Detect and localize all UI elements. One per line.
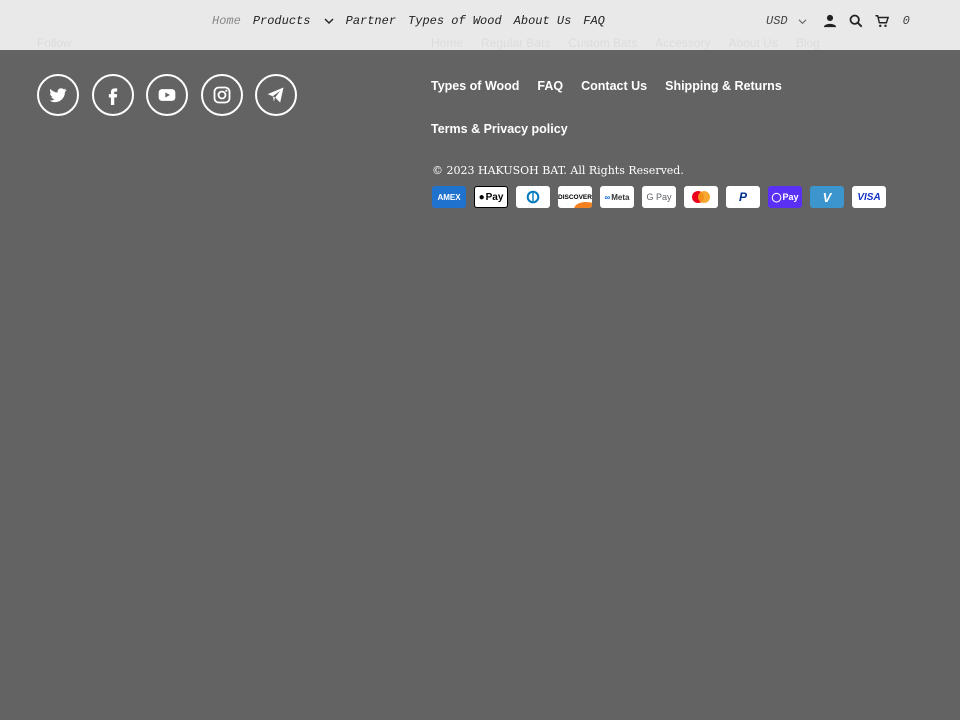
copyright-text: © 2023 HAKUSOH BAT. All Rights Reserved. <box>432 164 684 177</box>
footer-link-about-us[interactable]: About Us <box>728 36 777 50</box>
payment-methods: AMEX ● Pay DISCOVER ∞ Meta G Pay P ◯ Pay… <box>432 186 894 208</box>
meta-symbol: ∞ <box>604 192 611 202</box>
apple-pay-label: Pay <box>485 191 504 203</box>
nav-item-home[interactable]: Home <box>212 14 241 28</box>
shop-pay-label: Pay <box>782 192 799 202</box>
footer-link-regular-bats[interactable]: Regular Bats <box>481 36 550 50</box>
footer-link-faq[interactable]: FAQ <box>537 79 563 93</box>
footer-link-blog[interactable]: Blog <box>796 36 820 50</box>
footer-links: Types of Wood FAQ Contact Us Shipping & … <box>431 79 800 93</box>
footer-link-accessory[interactable]: Accessory <box>655 36 710 50</box>
google-pay-icon: G Pay <box>642 186 676 208</box>
google-pay-label: G Pay <box>646 192 672 202</box>
currency-value: USD <box>766 14 788 28</box>
cart-icon[interactable] <box>873 12 891 30</box>
venmo-icon: V <box>810 186 844 208</box>
telegram-icon[interactable] <box>255 74 297 116</box>
twitter-icon[interactable] <box>37 74 79 116</box>
apple-pay-logo: ● <box>478 191 485 203</box>
footer-link-contact-us[interactable]: Contact Us <box>581 79 647 93</box>
footer-top-links: Home Regular Bats Custom Bats Accessory … <box>431 36 838 50</box>
follow-heading: Follow <box>37 36 72 50</box>
nav-item-products-label: Products <box>252 14 311 28</box>
shop-pay-symbol: ◯ <box>771 191 782 202</box>
youtube-icon[interactable] <box>146 74 188 116</box>
header-tools: USD 0 <box>766 12 910 30</box>
main-nav: Home Products Partner Types of Wood Abou… <box>212 14 617 28</box>
nav-item-types-of-wood[interactable]: Types of Wood <box>408 14 502 28</box>
search-icon[interactable] <box>847 12 865 30</box>
chevron-down-icon <box>324 18 334 24</box>
amex-label: AMEX <box>437 192 461 202</box>
apple-pay-icon: ● Pay <box>474 186 508 208</box>
footer-link-types-of-wood[interactable]: Types of Wood <box>431 79 519 93</box>
chevron-down-icon <box>798 18 807 24</box>
instagram-icon[interactable] <box>200 74 243 116</box>
discover-icon: DISCOVER <box>558 186 592 208</box>
visa-icon: VISA <box>852 186 886 208</box>
social-links <box>37 74 310 116</box>
nav-item-partner[interactable]: Partner <box>346 14 396 28</box>
venmo-label: V <box>822 189 832 205</box>
account-icon[interactable] <box>821 12 839 30</box>
visa-label: VISA <box>857 191 881 203</box>
discover-stripe <box>574 202 592 208</box>
footer-link-shipping-returns[interactable]: Shipping & Returns <box>665 79 782 93</box>
footer-link-terms-privacy[interactable]: Terms & Privacy policy <box>431 122 568 136</box>
diners-club-icon <box>516 186 550 208</box>
nav-item-faq[interactable]: FAQ <box>583 14 605 28</box>
meta-pay-icon: ∞ Meta <box>600 186 634 208</box>
currency-selector[interactable]: USD <box>766 14 807 28</box>
footer-link-custom-bats[interactable]: Custom Bats <box>568 36 637 50</box>
footer-link-home[interactable]: Home <box>431 36 463 50</box>
amex-icon: AMEX <box>432 186 466 208</box>
meta-label: Meta <box>611 192 630 202</box>
mastercard-icon <box>684 186 718 208</box>
paypal-icon: P <box>726 186 760 208</box>
cart-count[interactable]: 0 <box>903 14 910 28</box>
discover-label: DISCOVER <box>558 193 592 201</box>
facebook-icon[interactable] <box>91 74 134 116</box>
paypal-label: P <box>738 190 747 204</box>
nav-item-products[interactable]: Products <box>253 14 334 28</box>
shop-pay-icon: ◯ Pay <box>768 186 802 208</box>
nav-item-about-us[interactable]: About Us <box>514 14 572 28</box>
